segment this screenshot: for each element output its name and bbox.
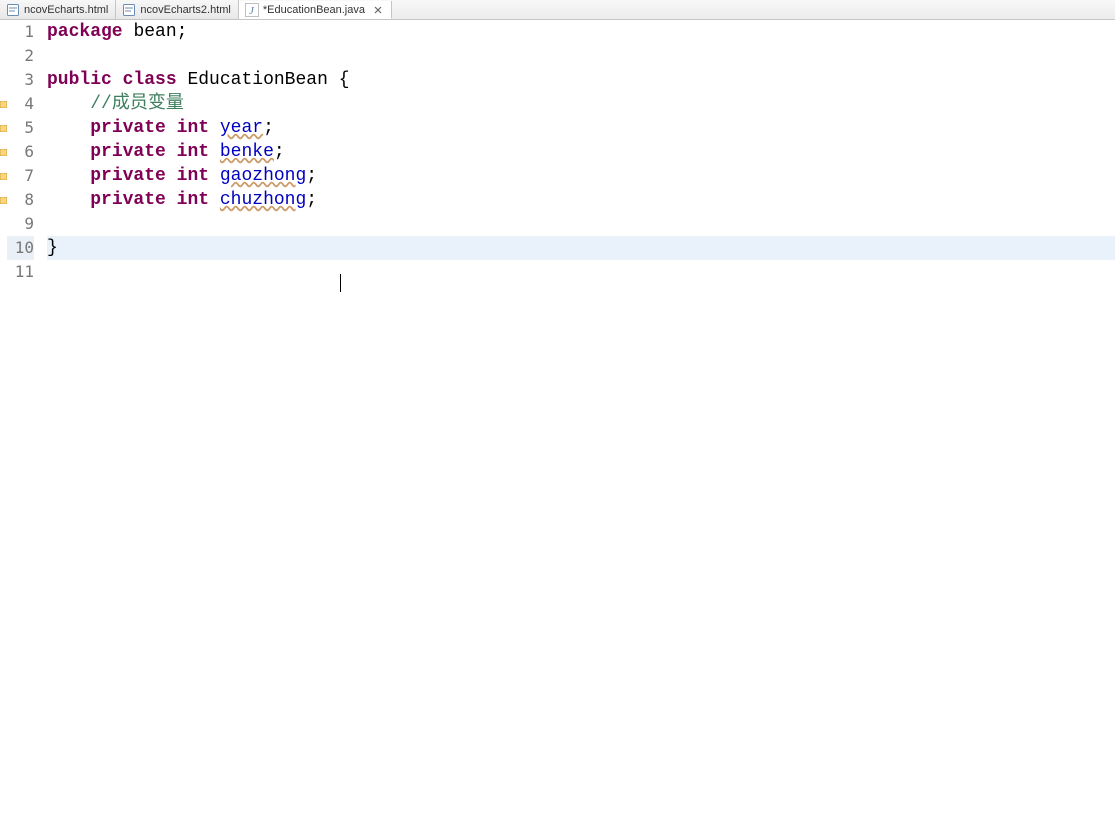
- token-fld: year: [220, 118, 263, 138]
- line-number: 1: [7, 20, 34, 44]
- editor-tab[interactable]: J *EducationBean.java: [239, 1, 392, 19]
- code-area[interactable]: package bean; public class EducationBean …: [40, 20, 1115, 817]
- token-kw: int: [177, 190, 209, 210]
- token-punct: [166, 190, 177, 210]
- token-punct: ;: [274, 142, 285, 162]
- html-file-icon: [6, 3, 20, 17]
- token-cmt: //成员变量: [90, 94, 184, 114]
- warning-marker-icon[interactable]: [0, 197, 7, 204]
- token-punct: [209, 142, 220, 162]
- token-kw: private: [90, 142, 166, 162]
- tab-label: *EducationBean.java: [263, 4, 365, 16]
- token-kw: public: [47, 70, 112, 90]
- token-punct: [166, 118, 177, 138]
- tab-label: ncovEcharts.html: [24, 4, 108, 16]
- editor-tab[interactable]: ncovEcharts.html: [0, 0, 116, 19]
- code-line[interactable]: private int benke;: [47, 140, 1115, 164]
- line-number: 10: [7, 236, 34, 260]
- token-punct: [47, 118, 90, 138]
- token-punct: ;: [306, 166, 317, 186]
- html-file-icon: [122, 3, 136, 17]
- tab-bar: ncovEcharts.html ncovEcharts2.html J *Educa…: [0, 0, 1115, 20]
- line-number: 11: [7, 260, 34, 284]
- token-kw: int: [177, 118, 209, 138]
- token-punct: [112, 70, 123, 90]
- line-number: 6: [7, 140, 34, 164]
- line-number: 4: [7, 92, 34, 116]
- line-number: 7: [7, 164, 34, 188]
- close-icon[interactable]: [372, 4, 384, 16]
- java-file-icon: J: [245, 3, 259, 17]
- token-fld: benke: [220, 142, 274, 162]
- code-editor[interactable]: 1234567891011 package bean; public class …: [0, 20, 1115, 817]
- line-number: 9: [7, 212, 34, 236]
- code-line[interactable]: private int year;: [47, 116, 1115, 140]
- warning-marker-icon[interactable]: [0, 101, 7, 108]
- marker-bar: [0, 20, 7, 817]
- token-kw: class: [123, 70, 177, 90]
- token-punct: [177, 70, 188, 90]
- token-punct: [123, 22, 134, 42]
- line-number-gutter: 1234567891011: [7, 20, 40, 817]
- line-number: 2: [7, 44, 34, 68]
- line-number: 3: [7, 68, 34, 92]
- code-line[interactable]: package bean;: [47, 20, 1115, 44]
- editor-tab[interactable]: ncovEcharts2.html: [116, 0, 238, 19]
- token-punct: }: [47, 238, 58, 258]
- code-line[interactable]: [47, 260, 1115, 284]
- code-line[interactable]: private int gaozhong;: [47, 164, 1115, 188]
- code-line[interactable]: }: [47, 236, 1115, 260]
- tab-label: ncovEcharts2.html: [140, 4, 230, 16]
- code-line[interactable]: [47, 212, 1115, 236]
- warning-marker-icon[interactable]: [0, 173, 7, 180]
- token-punct: [209, 190, 220, 210]
- token-punct: [166, 142, 177, 162]
- line-number: 8: [7, 188, 34, 212]
- token-punct: [209, 166, 220, 186]
- token-punct: [166, 166, 177, 186]
- token-kw: package: [47, 22, 123, 42]
- token-punct: [47, 142, 90, 162]
- code-line[interactable]: private int chuzhong;: [47, 188, 1115, 212]
- token-fld: chuzhong: [220, 190, 306, 210]
- token-fld: gaozhong: [220, 166, 306, 186]
- line-number: 5: [7, 116, 34, 140]
- token-pkg: bean: [133, 22, 176, 42]
- text-cursor: [340, 274, 341, 292]
- token-kw: private: [90, 190, 166, 210]
- token-kw: private: [90, 118, 166, 138]
- token-kw: private: [90, 166, 166, 186]
- token-punct: [47, 190, 90, 210]
- token-cls: EducationBean: [187, 70, 327, 90]
- token-punct: {: [328, 70, 350, 90]
- code-line[interactable]: //成员变量: [47, 92, 1115, 116]
- code-line[interactable]: public class EducationBean {: [47, 68, 1115, 92]
- token-punct: ;: [177, 22, 188, 42]
- code-line[interactable]: [47, 44, 1115, 68]
- token-punct: ;: [263, 118, 274, 138]
- token-punct: ;: [306, 190, 317, 210]
- token-punct: [47, 94, 90, 114]
- warning-marker-icon[interactable]: [0, 149, 7, 156]
- warning-marker-icon[interactable]: [0, 125, 7, 132]
- token-kw: int: [177, 166, 209, 186]
- token-punct: [47, 166, 90, 186]
- token-punct: [209, 118, 220, 138]
- token-kw: int: [177, 142, 209, 162]
